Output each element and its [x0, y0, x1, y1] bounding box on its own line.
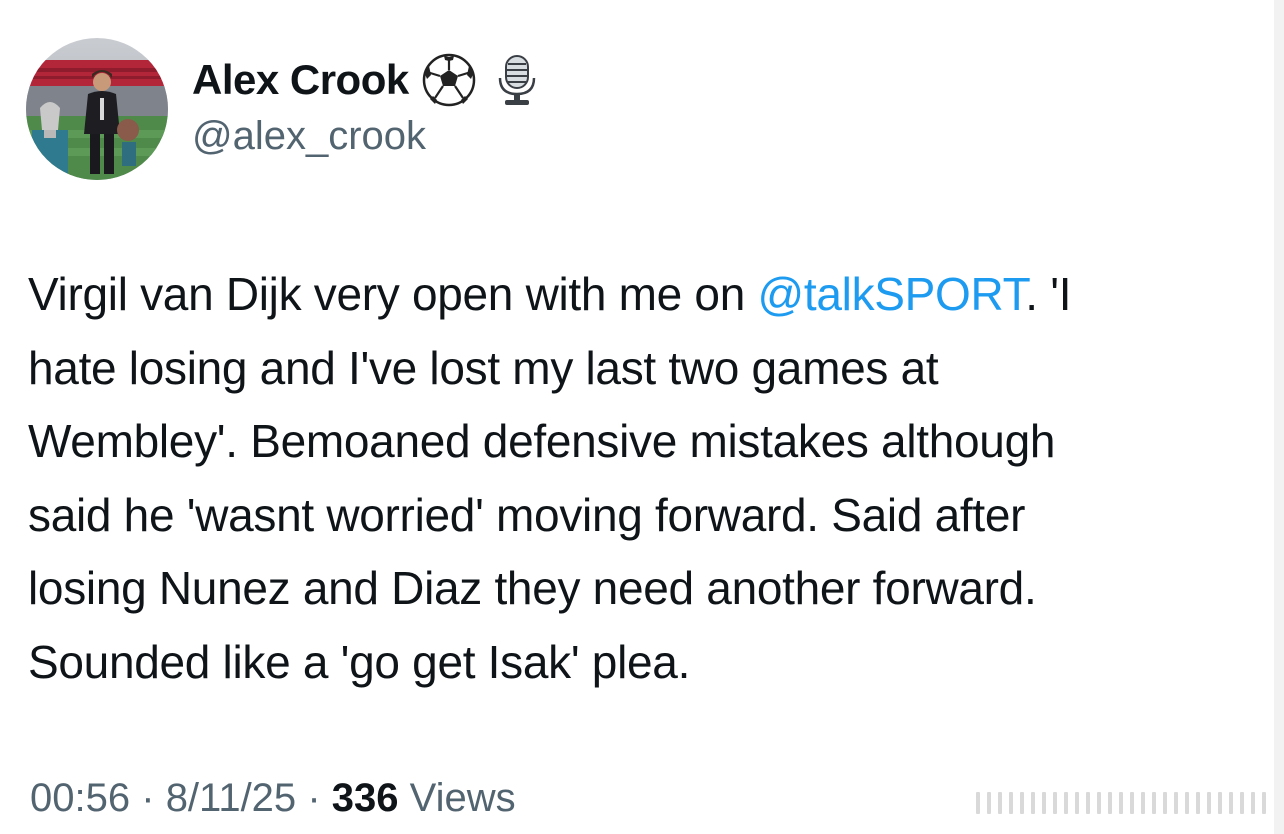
soccer-ball-icon: [421, 52, 477, 108]
tweet-line: Sounded like a 'go get Isak' plea.: [28, 635, 691, 688]
tweet-line: said he 'wasnt worried' moving forward. …: [28, 488, 1026, 541]
name-row: Alex Crook: [192, 50, 545, 110]
microphone-icon: [489, 52, 545, 108]
tweet-card: Alex Crook @alex_crook Virgil van Dijk v…: [0, 0, 1284, 834]
tweet-line: Wembley'. Bemoaned defensive mistakes al…: [28, 415, 1056, 467]
meta-separator: ·: [307, 776, 321, 820]
tweet-text: Virgil van Dijk very open with me on @ta…: [28, 258, 1264, 699]
tweet-meta: 00:56 · 8/11/25 · 336 Views: [30, 776, 516, 821]
avatar[interactable]: [26, 38, 168, 180]
views-label: Views: [409, 776, 516, 820]
tweet-text-segment: . 'I: [1025, 268, 1072, 320]
views-count: 336: [331, 776, 399, 820]
tweet-text-segment: Virgil van Dijk very open with me on: [28, 268, 758, 320]
watermark: [976, 792, 1266, 814]
meta-separator: ·: [141, 776, 155, 820]
post-time[interactable]: 00:56: [30, 776, 130, 820]
user-handle[interactable]: @alex_crook: [192, 114, 426, 159]
avatar-photo: [26, 38, 168, 180]
scrollbar[interactable]: [1274, 0, 1284, 834]
tweet-line: hate losing and I've lost my last two ga…: [28, 341, 939, 394]
tweet-line: Virgil van Dijk very open with me on @ta…: [28, 258, 1264, 332]
display-name[interactable]: Alex Crook: [192, 56, 409, 104]
post-date[interactable]: 8/11/25: [166, 776, 297, 820]
mention-link[interactable]: @talkSPORT: [757, 268, 1025, 320]
tweet-line: losing Nunez and Diaz they need another …: [28, 562, 1037, 614]
